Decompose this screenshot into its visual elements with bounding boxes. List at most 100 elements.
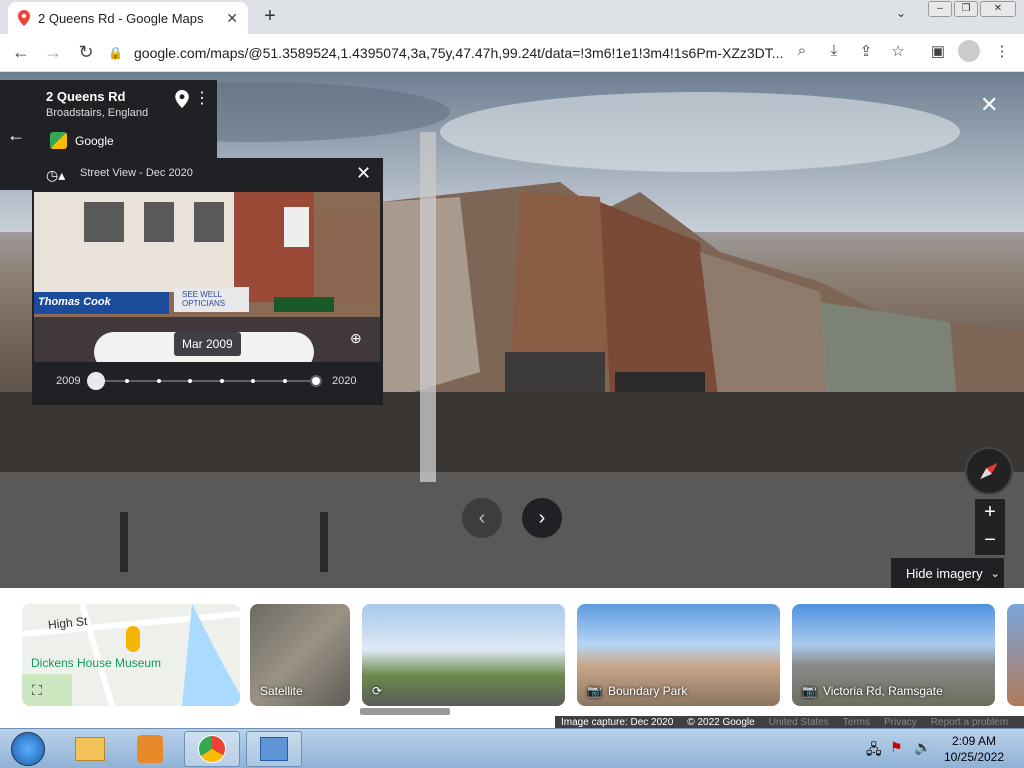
control-panel-icon xyxy=(260,737,288,761)
slider-end-year: 2020 xyxy=(332,375,357,387)
satellite-label: Satellite xyxy=(260,684,303,698)
more-options-icon[interactable]: ⋮ xyxy=(194,88,210,108)
tab-search-chevron-icon[interactable]: ⌄ xyxy=(896,6,906,20)
back-arrow-icon: ← xyxy=(7,124,25,145)
time-machine-panel: ◷▴ Street View - Dec 2020 ✕ Thomas Cook … xyxy=(32,158,383,405)
time-machine-header: Street View - Dec 2020 xyxy=(80,167,193,179)
map-footer: Image capture: Dec 2020 © 2022 Google Un… xyxy=(555,716,1024,728)
historical-thumbnail[interactable]: Thomas Cook SEE WELL OPTICIANS Mar 2009 … xyxy=(34,192,380,362)
volume-icon[interactable]: 🔊 xyxy=(914,739,931,756)
strip-scrollbar[interactable] xyxy=(360,708,450,715)
photo-card-2-title: Victoria Rd, Ramsgate xyxy=(822,684,943,698)
system-clock[interactable]: 2:09 AM 10/25/2022 xyxy=(936,733,1012,765)
copyright: © 2022 Google xyxy=(687,716,755,728)
place-name[interactable]: 2 Queens Rd xyxy=(46,89,125,104)
omnibox[interactable]: 🔒 google.com/maps/@51.3589524,1.4395074,… xyxy=(108,38,818,68)
bookmark-star-icon[interactable]: ☆ xyxy=(888,42,908,60)
slider-handle[interactable] xyxy=(87,372,105,390)
side-panel-icon[interactable]: ▣ xyxy=(928,42,948,60)
street-view-360-icon: ⟳ xyxy=(372,684,383,698)
action-center-flag-icon[interactable]: ⚑ xyxy=(890,739,903,756)
slider-stop-dot[interactable] xyxy=(125,379,130,383)
place-info-card: 2 Queens Rd Broadstairs, England ⋮ Googl… xyxy=(32,80,217,158)
image-capture-date: Image capture: Dec 2020 xyxy=(561,716,674,728)
history-clock-icon[interactable]: ◷▴ xyxy=(46,167,65,184)
zoom-thumbnail-icon[interactable]: ⊕ xyxy=(350,330,362,347)
footer-link-region[interactable]: United States xyxy=(769,717,829,728)
year-slider[interactable]: 2009 2020 xyxy=(32,362,383,405)
slider-stop-dot[interactable] xyxy=(282,379,287,383)
place-locality: Broadstairs, England xyxy=(46,107,149,119)
browser-tab-bar: 2 Queens Rd - Google Maps ✕ + ⌄ – ❐ ✕ xyxy=(0,0,1024,34)
slider-start-year: 2009 xyxy=(56,375,81,387)
explorer-taskbar-button[interactable] xyxy=(62,731,118,767)
window-close-button[interactable]: ✕ xyxy=(980,1,1016,17)
satellite-card[interactable]: Satellite xyxy=(250,604,350,706)
chevrons-down-icon: ⌄ xyxy=(990,567,1000,580)
reload-icon[interactable]: ↻ xyxy=(75,42,97,63)
forward-arrow-icon[interactable]: → xyxy=(42,42,64,63)
shop-sign-2: SEE WELL OPTICIANS xyxy=(182,290,226,308)
browser-tab[interactable]: 2 Queens Rd - Google Maps ✕ xyxy=(8,2,248,34)
tab-title: 2 Queens Rd - Google Maps xyxy=(38,10,204,26)
pegman-icon[interactable] xyxy=(126,626,140,652)
slider-stop-dot[interactable] xyxy=(188,379,193,383)
camera-icon: 📷 xyxy=(802,684,817,698)
back-to-map-button[interactable]: ← xyxy=(0,80,32,190)
slider-stop-dot[interactable] xyxy=(156,379,161,383)
clock-date: 10/25/2022 xyxy=(943,750,1005,764)
back-arrow-icon[interactable]: ← xyxy=(10,42,32,63)
close-time-machine-icon[interactable]: ✕ xyxy=(356,163,371,184)
windows-taskbar: 🖧 ⚑ 🔊 2:09 AM 10/25/2022 xyxy=(0,728,1024,768)
photo-card-3[interactable] xyxy=(1007,604,1024,706)
compass-icon[interactable] xyxy=(965,447,1013,495)
photo-card-1-title: Boundary Park xyxy=(607,684,688,698)
street-view-card[interactable]: ⟳ xyxy=(362,604,565,706)
install-icon[interactable]: ⤓ xyxy=(824,42,844,59)
slider-stop-dot[interactable] xyxy=(251,379,256,383)
minimize-button[interactable]: – xyxy=(928,1,952,17)
previous-arrow-button[interactable]: ‹ xyxy=(462,498,502,538)
hide-imagery-button[interactable]: Hide imagery ⌄ xyxy=(891,558,1004,588)
folder-icon xyxy=(75,737,105,761)
photo-card-1[interactable]: 📷 Boundary Park xyxy=(577,604,780,706)
tab-close-icon[interactable]: ✕ xyxy=(226,10,238,27)
thumbnail-date-label: Mar 2009 xyxy=(174,332,241,356)
profile-avatar-icon[interactable] xyxy=(958,40,980,62)
footer-link-terms[interactable]: Terms xyxy=(843,717,870,728)
imagery-provider: Google xyxy=(75,134,114,148)
map-poi-label[interactable]: Dickens House Museum xyxy=(31,656,161,670)
zoom-in-button[interactable]: + xyxy=(975,499,1005,527)
zoom-out-button[interactable]: − xyxy=(975,527,1005,555)
url-text[interactable]: google.com/maps/@51.3589524,1.4395074,3a… xyxy=(134,45,818,61)
start-button[interactable] xyxy=(0,731,56,767)
close-street-view-icon[interactable]: ✕ xyxy=(980,92,998,118)
footer-link-report[interactable]: Report a problem xyxy=(931,717,1008,728)
camera-icon: 📷 xyxy=(587,684,602,698)
slider-stop-dot[interactable] xyxy=(219,379,224,383)
control-panel-taskbar-button[interactable] xyxy=(246,731,302,767)
photo-card-2[interactable]: 📷 Victoria Rd, Ramsgate xyxy=(792,604,995,706)
slider-stop-dot[interactable] xyxy=(312,377,320,385)
zoom-search-icon[interactable]: ⌕ xyxy=(792,42,812,59)
maps-favicon-icon xyxy=(18,10,30,26)
photo-card-2-label: 📷 Victoria Rd, Ramsgate xyxy=(802,684,943,698)
google-maps-logo-icon xyxy=(50,132,67,149)
network-icon[interactable]: 🖧 xyxy=(866,739,882,763)
chrome-taskbar-button[interactable] xyxy=(184,731,240,767)
shop-sign-1: Thomas Cook xyxy=(38,296,111,308)
new-tab-button[interactable]: + xyxy=(258,5,282,28)
location-pin-icon[interactable] xyxy=(172,90,192,113)
next-arrow-button[interactable]: › xyxy=(522,498,562,538)
imagery-strip: High St Dickens House Museum ⛶ Satellite… xyxy=(0,588,1024,728)
hide-imagery-label: Hide imagery xyxy=(906,565,983,581)
windows-logo-icon xyxy=(11,732,45,766)
media-player-taskbar-button[interactable] xyxy=(122,731,178,767)
restore-button[interactable]: ❐ xyxy=(954,1,978,17)
menu-kebab-icon[interactable]: ⋮ xyxy=(992,42,1012,60)
media-player-icon xyxy=(137,735,163,763)
fullscreen-icon[interactable]: ⛶ xyxy=(32,682,42,699)
map-card[interactable]: High St Dickens House Museum ⛶ xyxy=(22,604,240,706)
footer-link-privacy[interactable]: Privacy xyxy=(884,717,917,728)
share-icon[interactable]: ⇪ xyxy=(856,42,876,60)
